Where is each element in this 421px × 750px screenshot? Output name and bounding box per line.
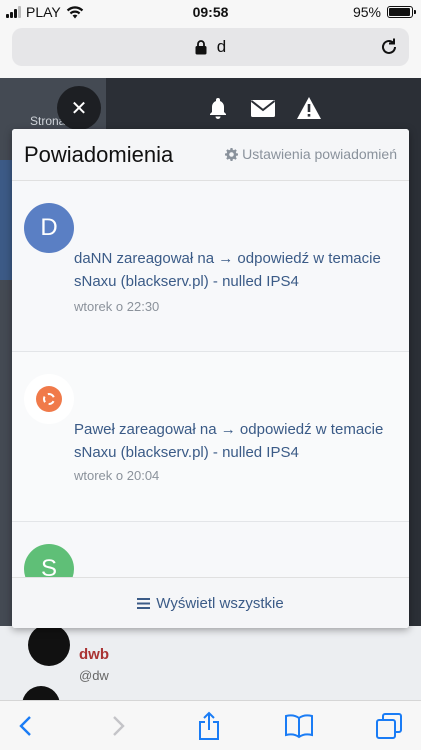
- safari-toolbar: [0, 700, 421, 750]
- chevron-right-icon: [113, 716, 125, 736]
- notifications-popup: Powiadomienia Ustawienia powiadomień D d…: [12, 129, 409, 628]
- battery-percent: 95%: [352, 4, 381, 20]
- address-field[interactable]: d: [12, 28, 409, 66]
- avatar[interactable]: S: [24, 544, 74, 577]
- battery-icon: [387, 6, 416, 18]
- background-avatar: [28, 624, 70, 666]
- avatar-letter: D: [40, 214, 58, 241]
- background-handle: @dw: [79, 668, 109, 683]
- notifications-list: D daNN zareagował na → odpowiedź w temac…: [12, 181, 409, 577]
- notification-item[interactable]: D daNN zareagował na → odpowiedź w temac…: [12, 181, 409, 352]
- notification-item[interactable]: Paweł zareagował na → odpowiedź w temaci…: [12, 352, 409, 522]
- close-icon: ✕: [70, 97, 88, 120]
- avatar[interactable]: D: [24, 203, 74, 253]
- share-button[interactable]: [194, 711, 224, 741]
- popup-title: Powiadomienia: [24, 142, 174, 167]
- bookmarks-button[interactable]: [284, 711, 314, 741]
- settings-label: Ustawienia powiadomień: [242, 146, 397, 162]
- url-text: d: [216, 37, 227, 56]
- notification-text[interactable]: Paweł zareagował na → odpowiedź w temaci…: [74, 418, 399, 464]
- popup-header: Powiadomienia Ustawienia powiadomień: [12, 129, 409, 181]
- avatar[interactable]: [24, 374, 74, 424]
- notification-text[interactable]: daNN zareagował na → odpowiedź w temacie…: [74, 247, 399, 293]
- view-all-button[interactable]: Wyświetl wszystkie: [12, 577, 409, 628]
- gear-icon: [225, 147, 239, 161]
- reload-icon[interactable]: [379, 37, 399, 57]
- notification-time: wtorek o 20:04: [74, 468, 160, 483]
- avatar-logo-icon: [36, 386, 62, 412]
- share-icon: [199, 711, 219, 740]
- book-icon: [285, 714, 313, 739]
- list-icon: [137, 597, 151, 609]
- header-icons: [206, 96, 322, 120]
- status-bar: PLAY 09:58 95%: [0, 0, 421, 24]
- forward-button[interactable]: [104, 711, 134, 741]
- avatar-letter: S: [40, 555, 57, 577]
- lock-icon: [195, 39, 207, 54]
- view-all-label: Wyświetl wszystkie: [156, 594, 284, 612]
- notification-time: wtorek o 22:30: [74, 299, 160, 314]
- back-button[interactable]: [10, 711, 40, 741]
- tabs-button[interactable]: [374, 711, 404, 741]
- background-username: dwb: [79, 646, 109, 663]
- notification-item[interactable]: S: [12, 522, 409, 577]
- envelope-icon[interactable]: [250, 97, 276, 119]
- notification-settings-link[interactable]: Ustawienia powiadomień: [225, 146, 397, 162]
- safari-url-bar: d: [0, 24, 421, 78]
- tabs-icon: [376, 713, 402, 739]
- bell-icon[interactable]: [206, 96, 230, 120]
- battery-fill: [389, 8, 410, 16]
- warning-icon[interactable]: [296, 96, 322, 120]
- close-menu-button[interactable]: ✕: [57, 86, 101, 130]
- chevron-left-icon: [19, 716, 31, 736]
